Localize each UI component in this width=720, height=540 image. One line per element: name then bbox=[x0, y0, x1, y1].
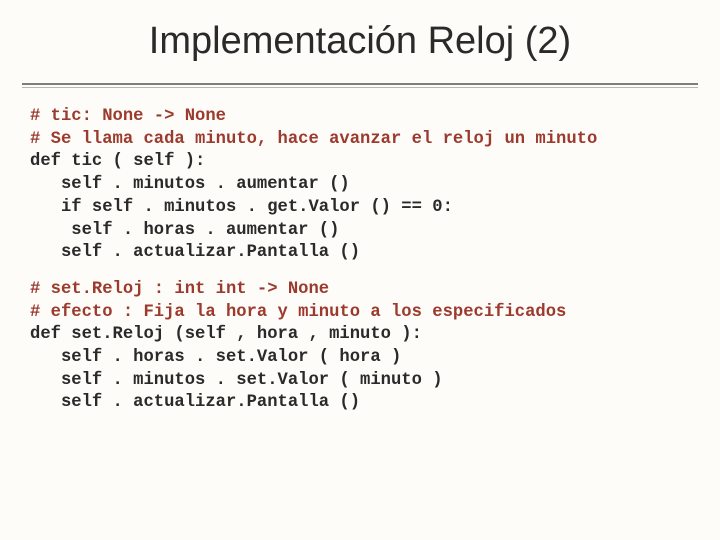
comment-line: # Se llama cada minuto, hace avanzar el … bbox=[30, 130, 597, 149]
comment-line: # set.Reloj : int int -> None bbox=[30, 280, 329, 299]
code-line: self . actualizar.Pantalla () bbox=[30, 393, 360, 412]
code-line: self . horas . aumentar () bbox=[30, 221, 339, 240]
code-line: self . horas . set.Valor ( hora ) bbox=[30, 348, 401, 367]
slide-title: Implementación Reloj (2) bbox=[0, 0, 720, 75]
code-line: self . minutos . set.Valor ( minuto ) bbox=[30, 371, 443, 390]
code-line: self . actualizar.Pantalla () bbox=[30, 243, 360, 262]
code-block: # tic: None -> None # Se llama cada minu… bbox=[0, 88, 720, 415]
code-line: if self . minutos . get.Valor () == 0: bbox=[30, 198, 453, 217]
code-line: self . minutos . aumentar () bbox=[30, 175, 350, 194]
comment-line: # tic: None -> None bbox=[30, 107, 226, 126]
code-line: def set.Reloj (self , hora , minuto ): bbox=[30, 325, 422, 344]
comment-line: # efecto : Fija la hora y minuto a los e… bbox=[30, 303, 566, 322]
code-line: def tic ( self ): bbox=[30, 152, 205, 171]
slide: Implementación Reloj (2) # tic: None -> … bbox=[0, 0, 720, 540]
divider-top bbox=[22, 83, 698, 85]
